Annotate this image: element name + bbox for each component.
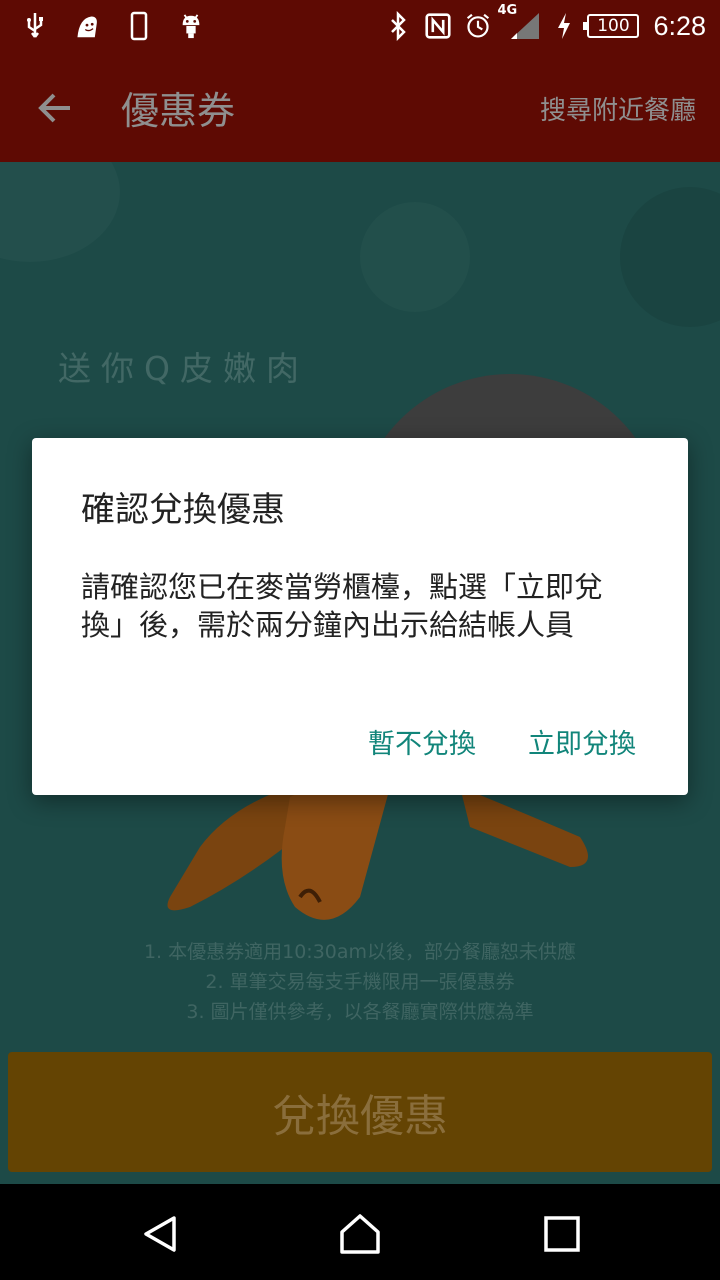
network-type: 4G xyxy=(497,3,518,18)
back-icon[interactable] xyxy=(138,1212,182,1256)
confirm-button[interactable]: 立即兌換 xyxy=(528,722,636,761)
search-nearby-button[interactable]: 搜尋附近餐廳 xyxy=(540,90,696,127)
confirm-dialog: 確認兌換優惠 請確認您已在麥當勞櫃檯，點選「立即兌換」後，需於兩分鐘內出示給結帳… xyxy=(32,438,688,795)
cancel-button[interactable]: 暫不兌換 xyxy=(368,722,476,761)
signal-icon: 4G xyxy=(497,3,541,41)
term-line: 1. 本優惠券適用10:30am以後，部分餐廳恕未供應 xyxy=(143,941,577,963)
phone-icon xyxy=(126,11,152,41)
chicken-wings-image xyxy=(167,787,588,920)
recent-apps-icon[interactable] xyxy=(540,1212,584,1256)
coupon-terms: 1. 本優惠券適用10:30am以後，部分餐廳恕未供應 2. 單筆交易每支手機限… xyxy=(0,937,720,1027)
decor-circle xyxy=(0,162,120,262)
charging-icon xyxy=(555,11,573,41)
coupon-headline: 送你Q皮嫩肉 xyxy=(58,349,309,388)
alarm-icon xyxy=(465,11,491,41)
decor-circle xyxy=(360,202,470,312)
nfc-icon xyxy=(425,11,452,41)
android-icon xyxy=(178,11,204,41)
decor-circle xyxy=(620,187,720,327)
page-title: 優惠券 xyxy=(121,89,236,133)
redeem-coupon-button[interactable]: 兌換優惠 xyxy=(8,1052,712,1172)
app-bar: 優惠券 搜尋附近餐廳 xyxy=(0,52,720,162)
back-arrow-icon[interactable] xyxy=(34,86,78,130)
dialog-message: 請確認您已在麥當勞櫃檯，點選「立即兌換」後，需於兩分鐘內出示給結帳人員 xyxy=(81,570,604,642)
usb-icon xyxy=(22,11,48,41)
term-line: 3. 圖片僅供參考，以各餐廳實際供應為準 xyxy=(186,1001,534,1023)
bluetooth-icon xyxy=(385,11,411,41)
battery-indicator: 100 xyxy=(583,14,640,38)
status-bar: 4G 100 6:28 xyxy=(0,0,720,52)
dialog-title: 確認兌換優惠 xyxy=(81,490,285,530)
navigation-bar xyxy=(0,1184,720,1280)
term-line: 2. 單筆交易每支手機限用一張優惠券 xyxy=(205,971,515,993)
ghost-icon xyxy=(74,11,100,41)
home-icon[interactable] xyxy=(338,1212,382,1256)
status-time: 6:28 xyxy=(653,10,706,41)
